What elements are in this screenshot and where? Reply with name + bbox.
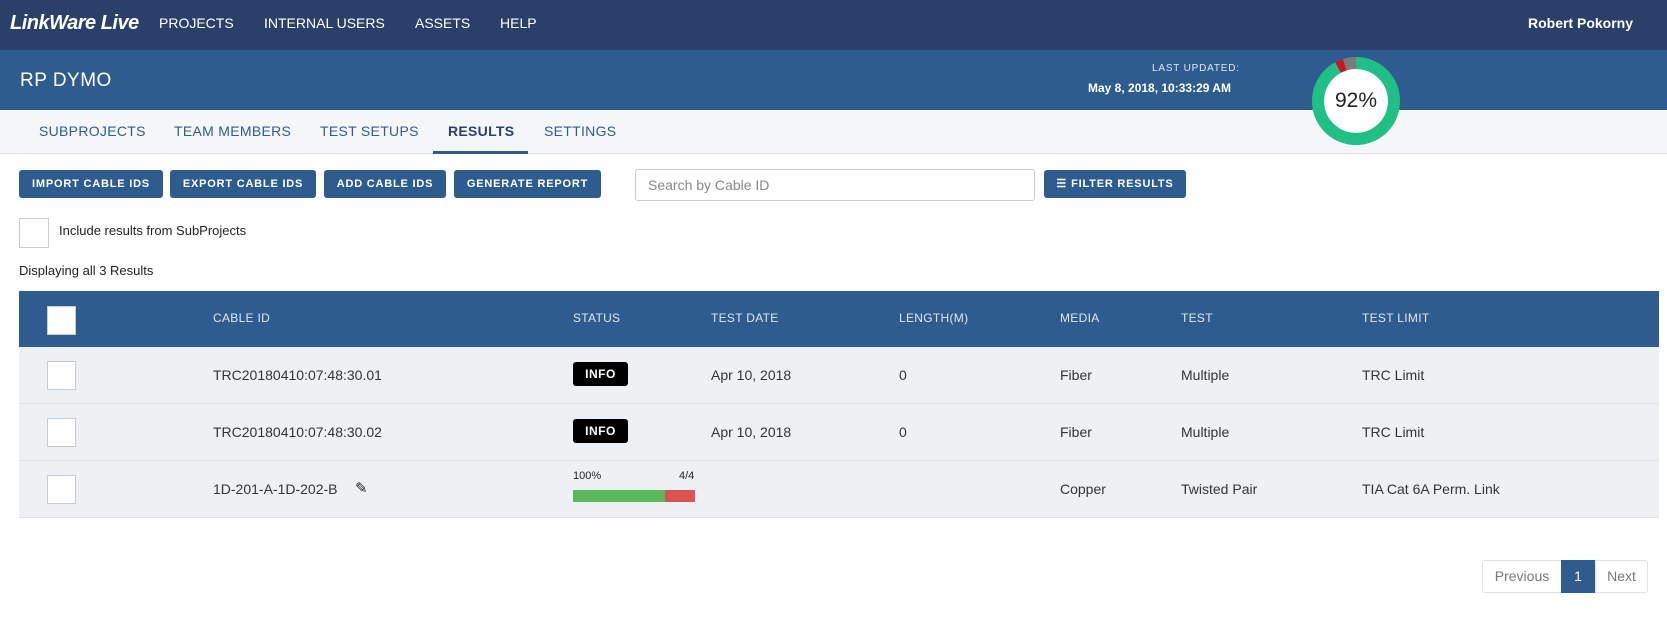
cable-id[interactable]: 1D-201-A-1D-202-B <box>213 481 338 497</box>
filter-results-label: FILTER RESULTS <box>1071 178 1174 190</box>
tab-bar: SUBPROJECTS TEAM MEMBERS TEST SETUPS RES… <box>0 110 1667 154</box>
table-row[interactable]: 1D-201-A-1D-202-B ✎ 100% 4/4 Copper Twis… <box>19 461 1659 518</box>
add-cable-ids-button[interactable]: ADD CABLE IDS <box>324 170 446 198</box>
pagination-next[interactable]: Next <box>1595 560 1648 593</box>
results-table: CABLE ID STATUS TEST DATE LENGTH(M) MEDI… <box>19 291 1659 518</box>
active-tab-indicator <box>433 151 528 154</box>
progress-percent: 92% <box>1334 89 1378 112</box>
generate-report-button[interactable]: GENERATE REPORT <box>454 170 601 198</box>
nav-internal-users[interactable]: INTERNAL USERS <box>264 15 385 31</box>
row-checkbox[interactable] <box>47 418 76 447</box>
row-checkbox[interactable] <box>47 475 76 504</box>
test-date: Apr 10, 2018 <box>711 367 792 383</box>
sliders-icon: ☰ <box>1056 178 1068 190</box>
media: Fiber <box>1060 367 1092 383</box>
cable-id[interactable]: TRC20180410:07:48:30.01 <box>213 367 382 383</box>
tab-subprojects[interactable]: SUBPROJECTS <box>39 123 146 139</box>
results-count: Displaying all 3 Results <box>19 263 154 278</box>
test-date: Apr 10, 2018 <box>711 424 792 440</box>
col-test-limit[interactable]: TEST LIMIT <box>1362 311 1429 325</box>
pencil-icon[interactable]: ✎ <box>355 479 368 497</box>
test-progress-bar <box>573 490 695 502</box>
pagination-page-1[interactable]: 1 <box>1561 560 1595 593</box>
table-row[interactable]: TRC20180410:07:48:30.02 INFO Apr 10, 201… <box>19 404 1659 461</box>
length: 0 <box>899 367 907 383</box>
include-subprojects-label: Include results from SubProjects <box>59 223 247 238</box>
table-row[interactable]: TRC20180410:07:48:30.01 INFO Apr 10, 201… <box>19 347 1659 404</box>
col-test[interactable]: TEST <box>1181 311 1213 325</box>
row-checkbox[interactable] <box>47 361 76 390</box>
top-nav: LinkWare Live PROJECTS INTERNAL USERS AS… <box>0 0 1667 50</box>
col-length[interactable]: LENGTH(M) <box>899 311 968 325</box>
progress-donut: 92% <box>1310 55 1402 147</box>
tab-test-setups[interactable]: TEST SETUPS <box>320 123 419 139</box>
test-limit: TRC Limit <box>1362 424 1425 440</box>
col-media[interactable]: MEDIA <box>1060 311 1100 325</box>
test-limit: TIA Cat 6A Perm. Link <box>1362 481 1500 497</box>
status-badge: INFO <box>573 419 628 443</box>
media: Copper <box>1060 481 1106 497</box>
progress-bar-fill <box>573 490 665 502</box>
search-input[interactable] <box>635 169 1035 201</box>
status-badge: INFO <box>573 362 628 386</box>
length: 0 <box>899 424 907 440</box>
logo[interactable]: LinkWare Live <box>10 12 139 35</box>
media: Fiber <box>1060 424 1092 440</box>
cable-id[interactable]: TRC20180410:07:48:30.02 <box>213 424 382 440</box>
test: Multiple <box>1181 367 1230 383</box>
test: Twisted Pair <box>1181 481 1258 497</box>
import-cable-ids-button[interactable]: IMPORT CABLE IDS <box>19 170 163 198</box>
user-menu[interactable]: Robert Pokorny <box>1528 15 1633 31</box>
last-updated-value: May 8, 2018, 10:33:29 AM <box>1088 81 1231 95</box>
progress-count-label: 4/4 <box>679 470 695 482</box>
col-status[interactable]: STATUS <box>573 311 620 325</box>
filter-results-button[interactable]: ☰ FILTER RESULTS <box>1044 170 1186 198</box>
col-cable-id[interactable]: CABLE ID <box>213 311 270 325</box>
tab-settings[interactable]: SETTINGS <box>544 123 616 139</box>
table-header: CABLE ID STATUS TEST DATE LENGTH(M) MEDI… <box>19 291 1659 347</box>
last-updated-label: LAST UPDATED: <box>1152 63 1240 74</box>
export-cable-ids-button[interactable]: EXPORT CABLE IDS <box>170 170 316 198</box>
tab-team-members[interactable]: TEAM MEMBERS <box>174 123 291 139</box>
nav-help[interactable]: HELP <box>500 15 537 31</box>
test: Multiple <box>1181 424 1230 440</box>
project-title: RP DYMO <box>20 70 112 91</box>
test-limit: TRC Limit <box>1362 367 1425 383</box>
select-all-checkbox[interactable] <box>47 306 76 335</box>
nav-projects[interactable]: PROJECTS <box>159 15 234 31</box>
tab-results[interactable]: RESULTS <box>448 123 514 139</box>
include-subprojects-checkbox[interactable] <box>19 218 49 248</box>
col-test-date[interactable]: TEST DATE <box>711 311 779 325</box>
progress-percent-label: 100% <box>573 470 602 482</box>
pagination-previous[interactable]: Previous <box>1482 560 1562 593</box>
nav-assets[interactable]: ASSETS <box>415 15 470 31</box>
project-header: RP DYMO LAST UPDATED: May 8, 2018, 10:33… <box>0 50 1667 110</box>
